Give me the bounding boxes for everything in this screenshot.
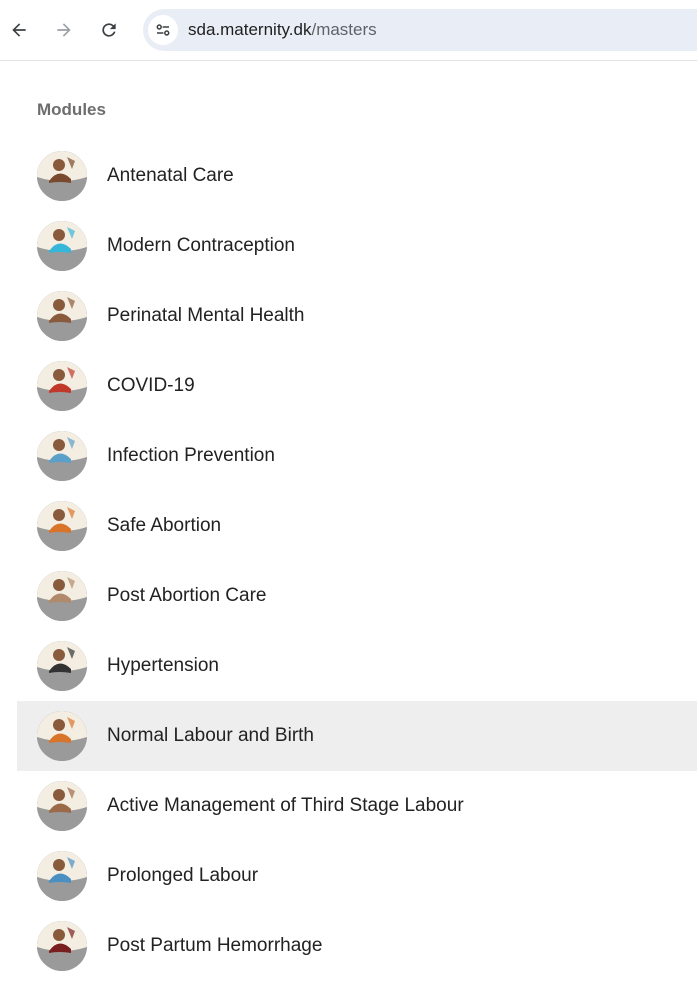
- module-thumbnail-icon: [37, 781, 87, 831]
- module-item[interactable]: Antenatal Care: [17, 141, 697, 211]
- module-label: Modern Contraception: [107, 235, 295, 256]
- module-item[interactable]: Active Management of Third Stage Labour: [17, 771, 697, 841]
- back-arrow-icon: [12, 23, 26, 37]
- module-label: Post Partum Hemorrhage: [107, 935, 323, 956]
- module-label: Prolonged Labour: [107, 865, 259, 886]
- reload-icon: [102, 23, 116, 37]
- module-list: Antenatal Care Modern Contraception Perina…: [17, 141, 697, 981]
- module-thumbnail-icon: [37, 921, 87, 971]
- module-thumbnail-icon: [37, 571, 87, 621]
- module-label: Antenatal Care: [107, 165, 234, 186]
- back-button[interactable]: [1, 12, 37, 48]
- module-thumbnail-icon: [37, 291, 87, 341]
- module-item[interactable]: Safe Abortion: [17, 491, 697, 561]
- page-content: Modules Antenatal Care Modern Contracepti…: [0, 61, 697, 975]
- module-label: Post Abortion Care: [107, 585, 267, 606]
- module-label: COVID-19: [107, 375, 195, 396]
- module-thumbnail-icon: [37, 851, 87, 901]
- module-item[interactable]: COVID-19: [17, 351, 697, 421]
- module-item[interactable]: Prolonged Labour: [17, 841, 697, 911]
- module-item[interactable]: Post Abortion Care: [17, 561, 697, 631]
- module-label: Safe Abortion: [107, 515, 222, 536]
- forward-arrow-icon: [57, 23, 71, 37]
- module-item[interactable]: Perinatal Mental Health: [17, 281, 697, 351]
- url-path: /masters: [311, 20, 377, 39]
- module-thumbnail-icon: [37, 501, 87, 551]
- forward-button[interactable]: [46, 12, 82, 48]
- module-item[interactable]: Infection Prevention: [17, 421, 697, 491]
- module-label: Active Management of Third Stage Labour: [107, 795, 464, 816]
- address-bar[interactable]: sda.maternity.dk/masters: [143, 9, 697, 51]
- module-thumbnail-icon: [37, 711, 87, 761]
- browser-toolbar: sda.maternity.dk/masters: [0, 0, 697, 61]
- module-thumbnail-icon: [37, 431, 87, 481]
- url-text[interactable]: sda.maternity.dk/masters: [188, 20, 377, 40]
- tune-icon: [156, 24, 170, 36]
- url-domain: sda.maternity.dk: [188, 20, 312, 39]
- module-item[interactable]: Post Partum Hemorrhage: [17, 911, 697, 981]
- module-thumbnail-icon: [37, 641, 87, 691]
- module-thumbnail-icon: [37, 151, 87, 201]
- module-thumbnail-icon: [37, 221, 87, 271]
- module-item[interactable]: Hypertension: [17, 631, 697, 701]
- site-info-button[interactable]: [148, 15, 178, 45]
- module-label: Infection Prevention: [107, 445, 275, 466]
- module-label: Hypertension: [107, 655, 219, 676]
- module-item[interactable]: Modern Contraception: [17, 211, 697, 281]
- module-label: Perinatal Mental Health: [107, 305, 305, 326]
- modules-heading: Modules: [37, 100, 106, 119]
- reload-button[interactable]: [91, 12, 127, 48]
- module-label: Normal Labour and Birth: [107, 725, 314, 746]
- module-item[interactable]: Normal Labour and Birth: [17, 701, 697, 771]
- module-thumbnail-icon: [37, 361, 87, 411]
